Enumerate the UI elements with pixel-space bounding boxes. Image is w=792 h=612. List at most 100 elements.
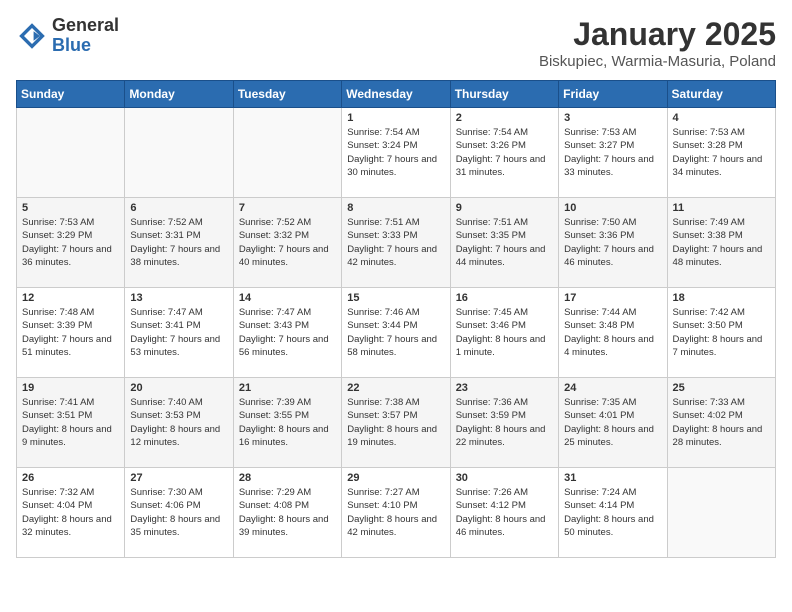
calendar-subtitle: Biskupiec, Warmia-Masuria, Poland xyxy=(539,53,776,70)
calendar-week-row: 26 Sunrise: 7:32 AMSunset: 4:04 PMDaylig… xyxy=(17,468,776,558)
weekday-header-row: Sunday Monday Tuesday Wednesday Thursday… xyxy=(17,81,776,108)
table-row: 8 Sunrise: 7:51 AMSunset: 3:33 PMDayligh… xyxy=(342,198,450,288)
table-row: 22 Sunrise: 7:38 AMSunset: 3:57 PMDaylig… xyxy=(342,378,450,468)
calendar-week-row: 19 Sunrise: 7:41 AMSunset: 3:51 PMDaylig… xyxy=(17,378,776,468)
table-row: 5 Sunrise: 7:53 AMSunset: 3:29 PMDayligh… xyxy=(17,198,125,288)
day-number: 18 xyxy=(673,292,770,304)
day-number: 6 xyxy=(130,202,227,214)
table-row: 17 Sunrise: 7:44 AMSunset: 3:48 PMDaylig… xyxy=(559,288,667,378)
table-row: 2 Sunrise: 7:54 AMSunset: 3:26 PMDayligh… xyxy=(450,108,558,198)
day-info: Sunrise: 7:54 AMSunset: 3:26 PMDaylight:… xyxy=(456,126,553,179)
table-row: 10 Sunrise: 7:50 AMSunset: 3:36 PMDaylig… xyxy=(559,198,667,288)
day-number: 31 xyxy=(564,472,661,484)
table-row xyxy=(667,468,775,558)
table-row: 27 Sunrise: 7:30 AMSunset: 4:06 PMDaylig… xyxy=(125,468,233,558)
day-info: Sunrise: 7:27 AMSunset: 4:10 PMDaylight:… xyxy=(347,486,444,539)
day-info: Sunrise: 7:36 AMSunset: 3:59 PMDaylight:… xyxy=(456,396,553,449)
day-number: 27 xyxy=(130,472,227,484)
day-number: 11 xyxy=(673,202,770,214)
day-info: Sunrise: 7:39 AMSunset: 3:55 PMDaylight:… xyxy=(239,396,336,449)
table-row: 1 Sunrise: 7:54 AMSunset: 3:24 PMDayligh… xyxy=(342,108,450,198)
day-info: Sunrise: 7:51 AMSunset: 3:33 PMDaylight:… xyxy=(347,216,444,269)
header-wednesday: Wednesday xyxy=(342,81,450,108)
day-number: 1 xyxy=(347,112,444,124)
day-number: 10 xyxy=(564,202,661,214)
day-info: Sunrise: 7:35 AMSunset: 4:01 PMDaylight:… xyxy=(564,396,661,449)
day-info: Sunrise: 7:53 AMSunset: 3:29 PMDaylight:… xyxy=(22,216,119,269)
day-number: 2 xyxy=(456,112,553,124)
table-row: 21 Sunrise: 7:39 AMSunset: 3:55 PMDaylig… xyxy=(233,378,341,468)
day-info: Sunrise: 7:52 AMSunset: 3:32 PMDaylight:… xyxy=(239,216,336,269)
table-row: 19 Sunrise: 7:41 AMSunset: 3:51 PMDaylig… xyxy=(17,378,125,468)
calendar-week-row: 5 Sunrise: 7:53 AMSunset: 3:29 PMDayligh… xyxy=(17,198,776,288)
table-row: 12 Sunrise: 7:48 AMSunset: 3:39 PMDaylig… xyxy=(17,288,125,378)
day-info: Sunrise: 7:52 AMSunset: 3:31 PMDaylight:… xyxy=(130,216,227,269)
day-number: 30 xyxy=(456,472,553,484)
day-info: Sunrise: 7:33 AMSunset: 4:02 PMDaylight:… xyxy=(673,396,770,449)
day-info: Sunrise: 7:29 AMSunset: 4:08 PMDaylight:… xyxy=(239,486,336,539)
header-tuesday: Tuesday xyxy=(233,81,341,108)
day-info: Sunrise: 7:30 AMSunset: 4:06 PMDaylight:… xyxy=(130,486,227,539)
day-info: Sunrise: 7:47 AMSunset: 3:43 PMDaylight:… xyxy=(239,306,336,359)
table-row: 29 Sunrise: 7:27 AMSunset: 4:10 PMDaylig… xyxy=(342,468,450,558)
day-number: 16 xyxy=(456,292,553,304)
calendar-week-row: 12 Sunrise: 7:48 AMSunset: 3:39 PMDaylig… xyxy=(17,288,776,378)
day-number: 5 xyxy=(22,202,119,214)
day-info: Sunrise: 7:41 AMSunset: 3:51 PMDaylight:… xyxy=(22,396,119,449)
calendar-table: Sunday Monday Tuesday Wednesday Thursday… xyxy=(16,80,776,558)
table-row: 9 Sunrise: 7:51 AMSunset: 3:35 PMDayligh… xyxy=(450,198,558,288)
day-number: 19 xyxy=(22,382,119,394)
day-number: 13 xyxy=(130,292,227,304)
day-info: Sunrise: 7:51 AMSunset: 3:35 PMDaylight:… xyxy=(456,216,553,269)
day-number: 20 xyxy=(130,382,227,394)
calendar-title: January 2025 xyxy=(539,16,776,53)
table-row: 6 Sunrise: 7:52 AMSunset: 3:31 PMDayligh… xyxy=(125,198,233,288)
table-row: 13 Sunrise: 7:47 AMSunset: 3:41 PMDaylig… xyxy=(125,288,233,378)
logo-icon xyxy=(16,20,48,52)
header-sunday: Sunday xyxy=(17,81,125,108)
day-number: 29 xyxy=(347,472,444,484)
title-block: January 2025 Biskupiec, Warmia-Masuria, … xyxy=(539,16,776,70)
header-saturday: Saturday xyxy=(667,81,775,108)
table-row: 15 Sunrise: 7:46 AMSunset: 3:44 PMDaylig… xyxy=(342,288,450,378)
day-info: Sunrise: 7:42 AMSunset: 3:50 PMDaylight:… xyxy=(673,306,770,359)
day-number: 12 xyxy=(22,292,119,304)
logo: General Blue xyxy=(16,16,119,56)
table-row: 24 Sunrise: 7:35 AMSunset: 4:01 PMDaylig… xyxy=(559,378,667,468)
table-row: 26 Sunrise: 7:32 AMSunset: 4:04 PMDaylig… xyxy=(17,468,125,558)
table-row: 3 Sunrise: 7:53 AMSunset: 3:27 PMDayligh… xyxy=(559,108,667,198)
day-info: Sunrise: 7:47 AMSunset: 3:41 PMDaylight:… xyxy=(130,306,227,359)
day-info: Sunrise: 7:53 AMSunset: 3:28 PMDaylight:… xyxy=(673,126,770,179)
day-info: Sunrise: 7:49 AMSunset: 3:38 PMDaylight:… xyxy=(673,216,770,269)
table-row: 11 Sunrise: 7:49 AMSunset: 3:38 PMDaylig… xyxy=(667,198,775,288)
header-thursday: Thursday xyxy=(450,81,558,108)
table-row: 30 Sunrise: 7:26 AMSunset: 4:12 PMDaylig… xyxy=(450,468,558,558)
page-header: General Blue January 2025 Biskupiec, War… xyxy=(16,16,776,70)
day-number: 8 xyxy=(347,202,444,214)
logo-general-label: General xyxy=(52,16,119,36)
header-monday: Monday xyxy=(125,81,233,108)
day-number: 21 xyxy=(239,382,336,394)
day-number: 3 xyxy=(564,112,661,124)
table-row: 25 Sunrise: 7:33 AMSunset: 4:02 PMDaylig… xyxy=(667,378,775,468)
day-info: Sunrise: 7:44 AMSunset: 3:48 PMDaylight:… xyxy=(564,306,661,359)
table-row: 18 Sunrise: 7:42 AMSunset: 3:50 PMDaylig… xyxy=(667,288,775,378)
day-info: Sunrise: 7:54 AMSunset: 3:24 PMDaylight:… xyxy=(347,126,444,179)
day-info: Sunrise: 7:53 AMSunset: 3:27 PMDaylight:… xyxy=(564,126,661,179)
table-row xyxy=(233,108,341,198)
logo-blue-label: Blue xyxy=(52,36,119,56)
header-friday: Friday xyxy=(559,81,667,108)
table-row: 7 Sunrise: 7:52 AMSunset: 3:32 PMDayligh… xyxy=(233,198,341,288)
table-row: 4 Sunrise: 7:53 AMSunset: 3:28 PMDayligh… xyxy=(667,108,775,198)
day-number: 28 xyxy=(239,472,336,484)
day-number: 17 xyxy=(564,292,661,304)
day-number: 7 xyxy=(239,202,336,214)
day-number: 14 xyxy=(239,292,336,304)
table-row: 16 Sunrise: 7:45 AMSunset: 3:46 PMDaylig… xyxy=(450,288,558,378)
day-info: Sunrise: 7:45 AMSunset: 3:46 PMDaylight:… xyxy=(456,306,553,359)
day-number: 4 xyxy=(673,112,770,124)
day-number: 26 xyxy=(22,472,119,484)
day-info: Sunrise: 7:50 AMSunset: 3:36 PMDaylight:… xyxy=(564,216,661,269)
day-number: 15 xyxy=(347,292,444,304)
day-number: 9 xyxy=(456,202,553,214)
